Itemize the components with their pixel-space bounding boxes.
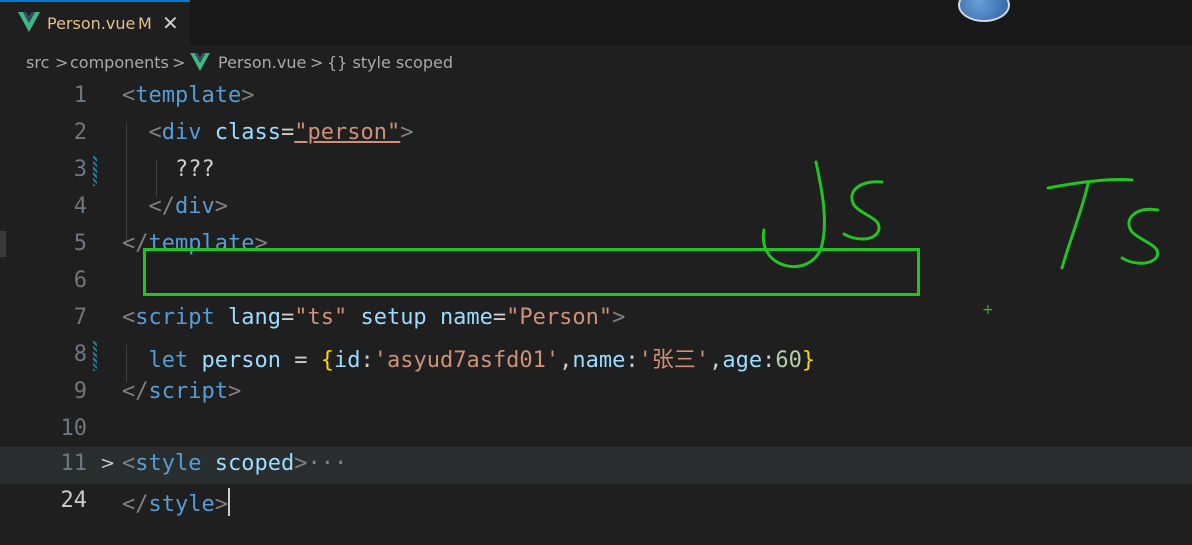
code-text: </style> (122, 488, 230, 517)
text-cursor (227, 488, 230, 516)
code-line: 10 (0, 412, 1192, 449)
avatar (958, 0, 1010, 22)
breadcrumb-components[interactable]: components (70, 53, 169, 72)
line-number: 7 (73, 305, 87, 330)
code-text: <script lang="ts" setup name="Person"> (122, 305, 626, 330)
line-number: 24 (60, 488, 88, 513)
code-text: <style scoped>··· (122, 451, 348, 476)
breadcrumb-person-vue[interactable]: Person.vue (218, 53, 306, 72)
plus-icon: + (982, 302, 994, 318)
code-line: 24 </style> (0, 484, 1192, 521)
vue-icon (18, 12, 40, 32)
line-number: 2 (73, 120, 87, 145)
line-number: 6 (73, 268, 87, 293)
line-number: 11 (60, 451, 88, 476)
tab-bar: Person.vue M ✕ (0, 0, 1192, 45)
modified-line-marker (93, 341, 97, 371)
code-line: 1 <template> (0, 79, 1192, 116)
vue-icon (190, 53, 210, 71)
code-line: 7 <script lang="ts" setup name="Person"> (0, 301, 1192, 338)
breadcrumb-src[interactable]: src (26, 53, 49, 72)
code-line: 4 </div> (0, 190, 1192, 227)
chevron-right-icon: > (55, 53, 69, 72)
modified-indicator: M (138, 14, 152, 33)
close-icon[interactable]: ✕ (162, 11, 179, 35)
code-line-folded: 11 > <style scoped>··· (0, 447, 1192, 484)
line-number: 1 (73, 83, 87, 108)
chevron-right-icon: > (172, 53, 186, 72)
tab-person-vue[interactable]: Person.vue M ✕ (0, 0, 190, 45)
code-text: <template> (122, 83, 255, 108)
chevron-right-icon: > (310, 53, 324, 72)
code-text: <div class="person"> (148, 120, 414, 145)
line-number: 3 (73, 157, 87, 182)
code-text: let person = {id:'asyud7asfd01',name:'张三… (148, 348, 816, 373)
breadcrumb: src > components > Person.vue > {} style… (0, 45, 1192, 83)
modified-line-marker (93, 156, 97, 186)
annotation-ts (1046, 177, 1160, 270)
code-editor[interactable]: 1 <template> 2 <div class="person"> 3 ??… (0, 83, 1192, 545)
code-line: 3 ??? (0, 153, 1192, 190)
annotation-js (761, 160, 884, 269)
code-text: </script> (122, 379, 242, 404)
code-text: ??? (174, 157, 215, 182)
line-number: 5 (73, 231, 87, 256)
code-line: 9 </script> (0, 375, 1192, 412)
line-number: 8 (73, 342, 87, 367)
code-line: 2 <div class="person"> (0, 116, 1192, 153)
chevron-right-icon[interactable]: > (100, 453, 115, 474)
breadcrumb-style-scoped[interactable]: {} style scoped (327, 53, 453, 72)
code-line: 8 let person = {id:'asyud7asfd01',name:'… (0, 338, 1192, 375)
line-number: 10 (60, 416, 88, 441)
line-number: 4 (73, 194, 87, 219)
code-text: </div> (148, 194, 229, 219)
tab-label: Person.vue (47, 14, 136, 33)
line-number: 9 (73, 379, 87, 404)
